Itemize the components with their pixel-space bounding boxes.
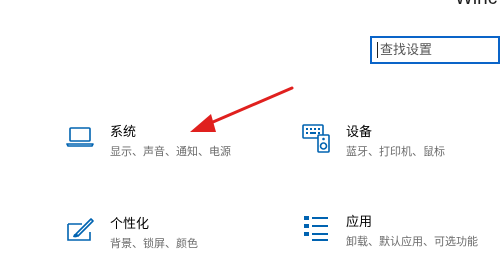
search-box[interactable] [370,36,500,64]
app-list-icon [302,214,338,244]
tile-desc-apps: 卸载、默认应用、可选功能 [346,235,478,248]
tile-desc-devices: 蓝牙、打印机、鼠标 [346,145,445,158]
settings-tile-personalization[interactable]: 个性化 背景、锁屏、颜色 [66,216,198,251]
tile-title-apps: 应用 [346,215,373,230]
tile-desc-system: 显示、声音、通知、电源 [110,145,231,158]
tile-desc-personalization: 背景、锁屏、颜色 [110,237,198,250]
settings-tile-devices[interactable]: 设备 蓝牙、打印机、鼠标 [302,124,445,159]
tile-title-personalization: 个性化 [110,217,150,232]
search-input[interactable] [378,39,498,61]
paint-brush-icon [66,216,102,246]
laptop-icon [66,124,102,154]
tile-title-system: 系统 [110,125,137,140]
window-title: Winc [455,0,497,10]
keyboard-speaker-icon [302,124,338,154]
settings-tile-apps[interactable]: 应用 卸载、默认应用、可选功能 [302,214,478,249]
tile-title-devices: 设备 [346,125,373,140]
settings-tile-system[interactable]: 系统 显示、声音、通知、电源 [66,124,231,159]
